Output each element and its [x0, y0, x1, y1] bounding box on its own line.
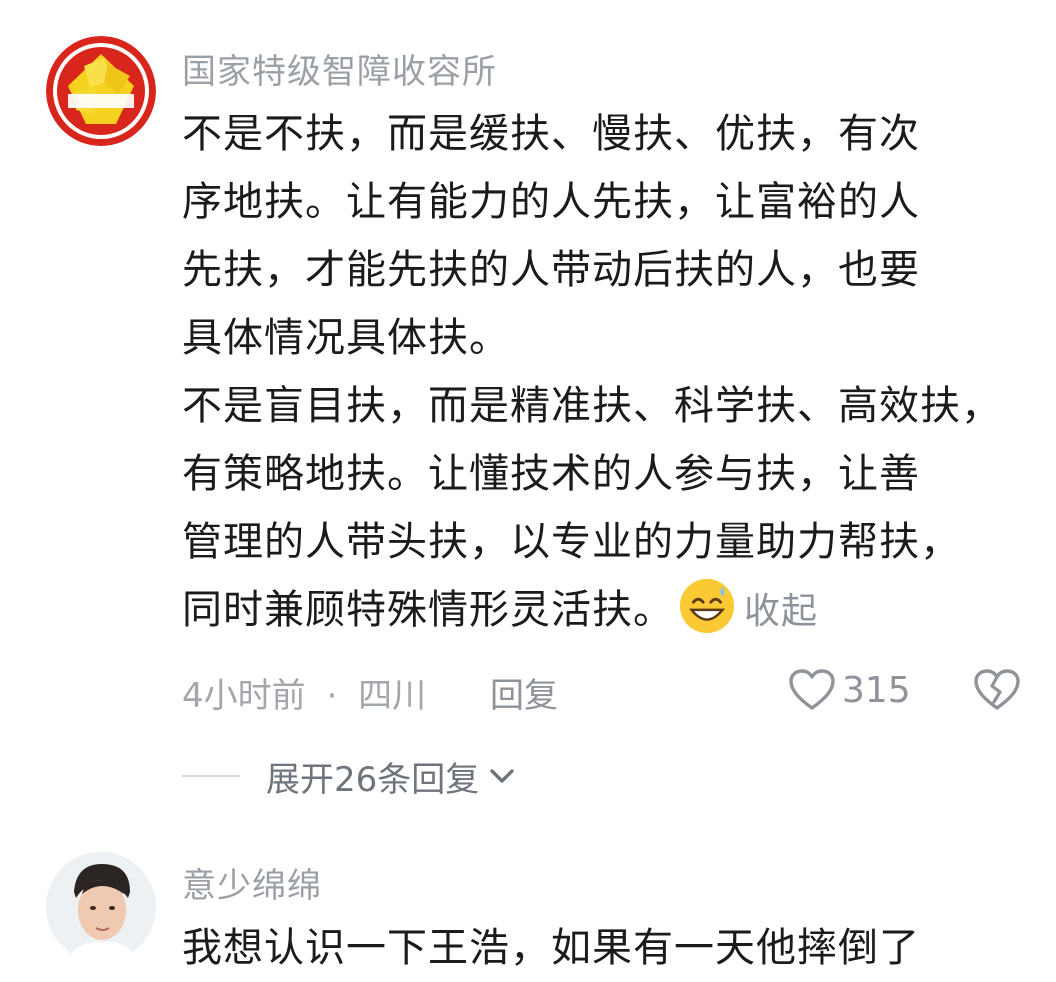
location: 四川 — [358, 676, 427, 716]
comment-line: 不是盲目扶，而是精准扶、科学扶、高效扶， — [182, 383, 1002, 429]
comment-item: 意少绵绵 我想认识一下王浩，如果有一天他摔倒了 — [0, 820, 1056, 971]
chevron-down-icon — [490, 769, 514, 783]
comment-meta: 4小时前 · 四川 回复 — [182, 668, 558, 716]
avatar[interactable] — [46, 852, 156, 962]
user-photo-icon — [46, 852, 156, 962]
comment-line: 管理的人带头扶，以专业的力量助力帮扶， — [182, 519, 961, 565]
comment-line: 有策略地扶。让懂技术的人参与扶，让善 — [182, 451, 920, 497]
heart-icon — [789, 669, 835, 710]
timestamp: 4小时前 — [182, 676, 306, 716]
avatar[interactable] — [46, 36, 156, 146]
expand-replies-button[interactable]: 展开26条回复 — [182, 752, 517, 800]
comment-item: 国家特级智障收容所 不是不扶，而是缓扶、慢扶、优扶，有次 序地扶。让有能力的人先… — [0, 0, 1056, 820]
comment-line: 同时兼顾特殊情形灵活扶。 — [182, 587, 674, 633]
comment-line: 不是不扶，而是缓扶、慢扶、优扶，有次 — [182, 111, 920, 157]
comment-body: 不是不扶，而是缓扶、慢扶、优扶，有次 序地扶。让有能力的人先扶，让富裕的人 先扶… — [182, 100, 1042, 644]
author-name[interactable]: 国家特级智障收容所 — [182, 44, 497, 93]
comment-line: 序地扶。让有能力的人先扶，让富裕的人 — [182, 179, 920, 225]
divider-dash — [182, 775, 240, 777]
comment-line: 具体情况具体扶。 — [182, 315, 510, 361]
seal-logo-icon — [46, 36, 156, 146]
comment-line-last: 同时兼顾特殊情形灵活扶。 收起 — [182, 576, 1042, 644]
broken-heart-icon — [974, 669, 1020, 710]
comment-line: 我想认识一下王浩，如果有一天他摔倒了 — [182, 925, 920, 971]
comment-line: 先扶，才能先扶的人带动后扶的人，也要 — [182, 247, 920, 293]
author-name[interactable]: 意少绵绵 — [182, 858, 322, 907]
reply-button[interactable]: 回复 — [490, 668, 558, 717]
like-count: 315 — [842, 669, 911, 711]
grinning-sweat-emoji-icon — [679, 578, 735, 634]
dislike-button[interactable] — [972, 666, 1022, 714]
collapse-link[interactable]: 收起 — [744, 591, 818, 632]
meta-separator: · — [326, 676, 338, 716]
like-button[interactable]: 315 — [788, 666, 911, 714]
comment-body: 我想认识一下王浩，如果有一天他摔倒了 — [182, 914, 1042, 982]
expand-replies-label: 展开26条回复 — [266, 759, 480, 800]
